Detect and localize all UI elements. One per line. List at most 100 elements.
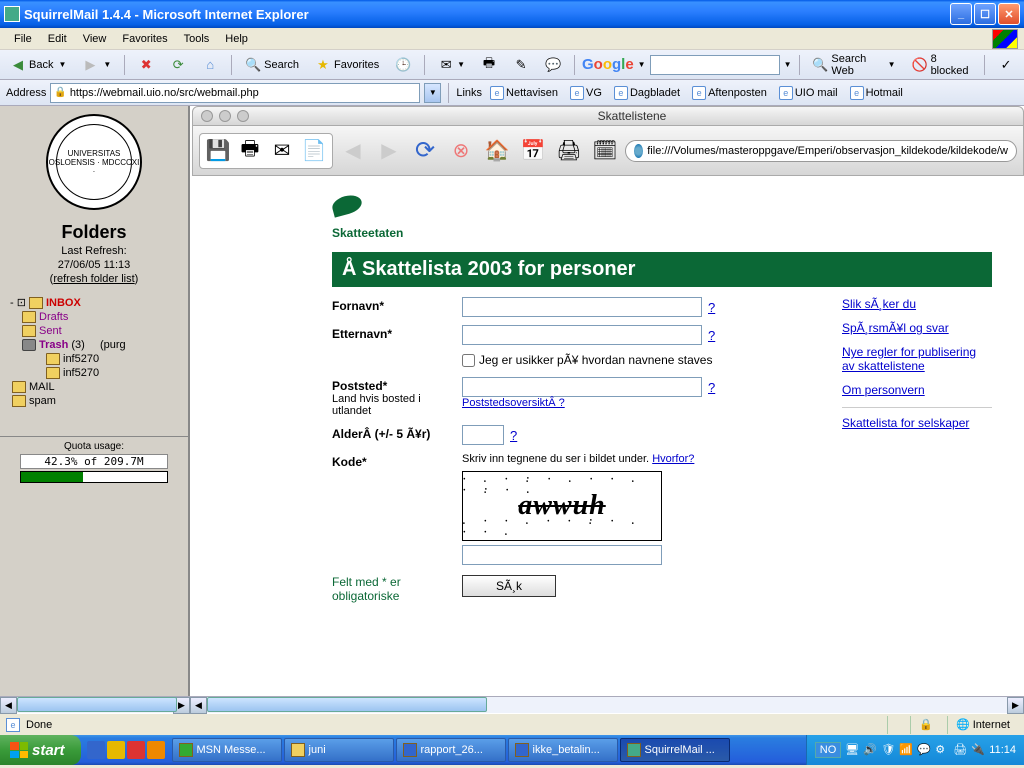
hvorfor-link[interactable]: Hvorfor? — [652, 453, 694, 465]
task-ikke[interactable]: ikke_betalin... — [508, 738, 618, 762]
discuss-button[interactable]: 💬 — [539, 54, 567, 76]
link-nettavisen[interactable]: eNettavisen — [486, 86, 562, 100]
sidelink-4[interactable]: Skattelista for selskaper — [842, 416, 992, 430]
mac-home-button[interactable]: 🏠 — [481, 136, 513, 166]
scroll-thumb[interactable] — [17, 697, 177, 712]
scroll-thumb[interactable] — [207, 697, 487, 712]
maximize-button[interactable]: ☐ — [974, 3, 996, 25]
scroll-left-icon[interactable]: ◀ — [0, 697, 17, 714]
tray-icon[interactable]: 🖥 — [845, 743, 859, 757]
poststed-help[interactable]: ? — [708, 380, 715, 395]
sidebar-scrollbar[interactable]: ◀ ▶ — [0, 696, 190, 713]
mac-close-icon[interactable] — [201, 110, 213, 122]
address-input[interactable] — [70, 87, 417, 99]
folder-inbox[interactable]: - ⊡ INBOX — [4, 295, 184, 310]
kode-input[interactable] — [462, 545, 662, 565]
menu-edit[interactable]: Edit — [40, 31, 75, 47]
start-button[interactable]: start — [0, 735, 81, 765]
sidelink-2[interactable]: Nye regler for publisering av skattelist… — [842, 345, 992, 373]
menu-view[interactable]: View — [75, 31, 115, 47]
mac-reload-button[interactable]: ⟳ — [409, 136, 441, 166]
tray-icon[interactable]: ⚙ — [935, 743, 949, 757]
search-button[interactable]: 🔍Search — [239, 54, 305, 76]
sidelink-3[interactable]: Om personvern — [842, 383, 992, 397]
tray-icon[interactable]: 🛡 — [881, 743, 895, 757]
address-dropdown[interactable]: ▼ — [424, 83, 441, 103]
tray-icon[interactable]: 🔌 — [971, 743, 985, 757]
google-searchweb-button[interactable]: 🔍Search Web▼ — [806, 54, 901, 76]
fornavn-input[interactable] — [462, 297, 702, 317]
ql-outlook-icon[interactable] — [107, 741, 125, 759]
folder-sent[interactable]: Sent — [4, 324, 184, 338]
mac-back-button[interactable]: ◀ — [337, 136, 369, 166]
mac-doc-button[interactable]: 📄 — [298, 136, 330, 166]
mac-calendar-button[interactable]: 📅 — [517, 136, 549, 166]
stop-button[interactable]: ✖ — [132, 54, 160, 76]
back-button[interactable]: ◀Back▼ — [4, 54, 72, 76]
mac-max-icon[interactable] — [237, 110, 249, 122]
scroll-right-icon[interactable]: ▶ — [1007, 697, 1024, 714]
mac-save-button[interactable]: 💾 — [202, 136, 234, 166]
edit-button[interactable]: ✎ — [507, 54, 535, 76]
scroll-left-icon[interactable]: ◀ — [190, 697, 207, 714]
tray-icon[interactable]: 🖨 — [953, 743, 967, 757]
fornavn-help[interactable]: ? — [708, 300, 715, 315]
tray-icon[interactable]: 📶 — [899, 743, 913, 757]
task-rapport[interactable]: rapport_26... — [396, 738, 506, 762]
refresh-folder-link[interactable]: refresh folder list — [53, 273, 134, 285]
mac-address-bar[interactable]: file:///Volumes/masteroppgave/Emperi/obs… — [625, 140, 1017, 162]
task-msn[interactable]: MSN Messe... — [172, 738, 282, 762]
alder-input[interactable] — [462, 425, 504, 445]
mac-stop-button[interactable]: ⊗ — [445, 136, 477, 166]
google-search-input[interactable] — [650, 55, 780, 75]
link-aftenposten[interactable]: eAftenposten — [688, 86, 771, 100]
link-uiomail[interactable]: eUIO mail — [775, 86, 842, 100]
etternavn-input[interactable] — [462, 325, 702, 345]
task-squirrel[interactable]: SquirrelMail ... — [620, 738, 730, 762]
mac-mail-button[interactable]: ✉ — [266, 136, 298, 166]
alder-help[interactable]: ? — [510, 428, 517, 443]
menu-file[interactable]: File — [6, 31, 40, 47]
folder-trash[interactable]: Trash (3) (purg — [4, 338, 184, 352]
link-vg[interactable]: eVG — [566, 86, 606, 100]
tray-icon[interactable]: 💬 — [917, 743, 931, 757]
poststed-link[interactable]: PoststedsoversiktÂ ? — [462, 397, 565, 409]
home-button[interactable]: ⌂ — [196, 54, 224, 76]
language-indicator[interactable]: NO — [815, 742, 842, 758]
task-juni[interactable]: juni — [284, 738, 394, 762]
close-button[interactable]: ✕ — [998, 3, 1020, 25]
link-hotmail[interactable]: eHotmail — [846, 86, 907, 100]
google-blocked-button[interactable]: 🚫8 blocked — [906, 54, 978, 76]
mac-forward-button[interactable]: ▶ — [373, 136, 405, 166]
submit-button[interactable]: SÃ¸k — [462, 575, 556, 597]
etternavn-help[interactable]: ? — [708, 328, 715, 343]
ql-firefox-icon[interactable] — [147, 741, 165, 759]
mac-printer-button[interactable]: 🖨 — [553, 136, 585, 166]
folder-spam[interactable]: spam — [4, 394, 184, 408]
sidelink-0[interactable]: Slik sÃ¸ker du — [842, 297, 992, 311]
clock[interactable]: 11:14 — [989, 744, 1016, 756]
ql-opera-icon[interactable] — [127, 741, 145, 759]
main-scrollbar[interactable]: ◀ ▶ — [190, 696, 1024, 713]
folder-drafts[interactable]: Drafts — [4, 310, 184, 324]
minimize-button[interactable]: _ — [950, 3, 972, 25]
mac-cal2-button[interactable]: 🗓 — [589, 136, 621, 166]
folder-mail[interactable]: MAIL — [4, 380, 184, 394]
usikker-checkbox[interactable] — [462, 354, 475, 367]
ql-ie-icon[interactable] — [87, 741, 105, 759]
poststed-input[interactable] — [462, 377, 702, 397]
google-options-button[interactable]: ✓ — [992, 54, 1020, 76]
tray-icon[interactable]: 🔊 — [863, 743, 877, 757]
folder-inf5270-2[interactable]: inf5270 — [4, 366, 184, 380]
folder-inf5270-1[interactable]: inf5270 — [4, 352, 184, 366]
link-dagbladet[interactable]: eDagbladet — [610, 86, 684, 100]
mac-print-button[interactable]: 🖶 — [234, 136, 266, 166]
refresh-button[interactable]: ⟳ — [164, 54, 192, 76]
mac-window-controls[interactable] — [201, 110, 249, 122]
menu-help[interactable]: Help — [217, 31, 256, 47]
menu-tools[interactable]: Tools — [176, 31, 218, 47]
windows-flag-icon[interactable] — [992, 29, 1018, 49]
print-button[interactable]: 🖶 — [475, 54, 503, 76]
mail-button[interactable]: ✉▼ — [432, 54, 471, 76]
mac-min-icon[interactable] — [219, 110, 231, 122]
